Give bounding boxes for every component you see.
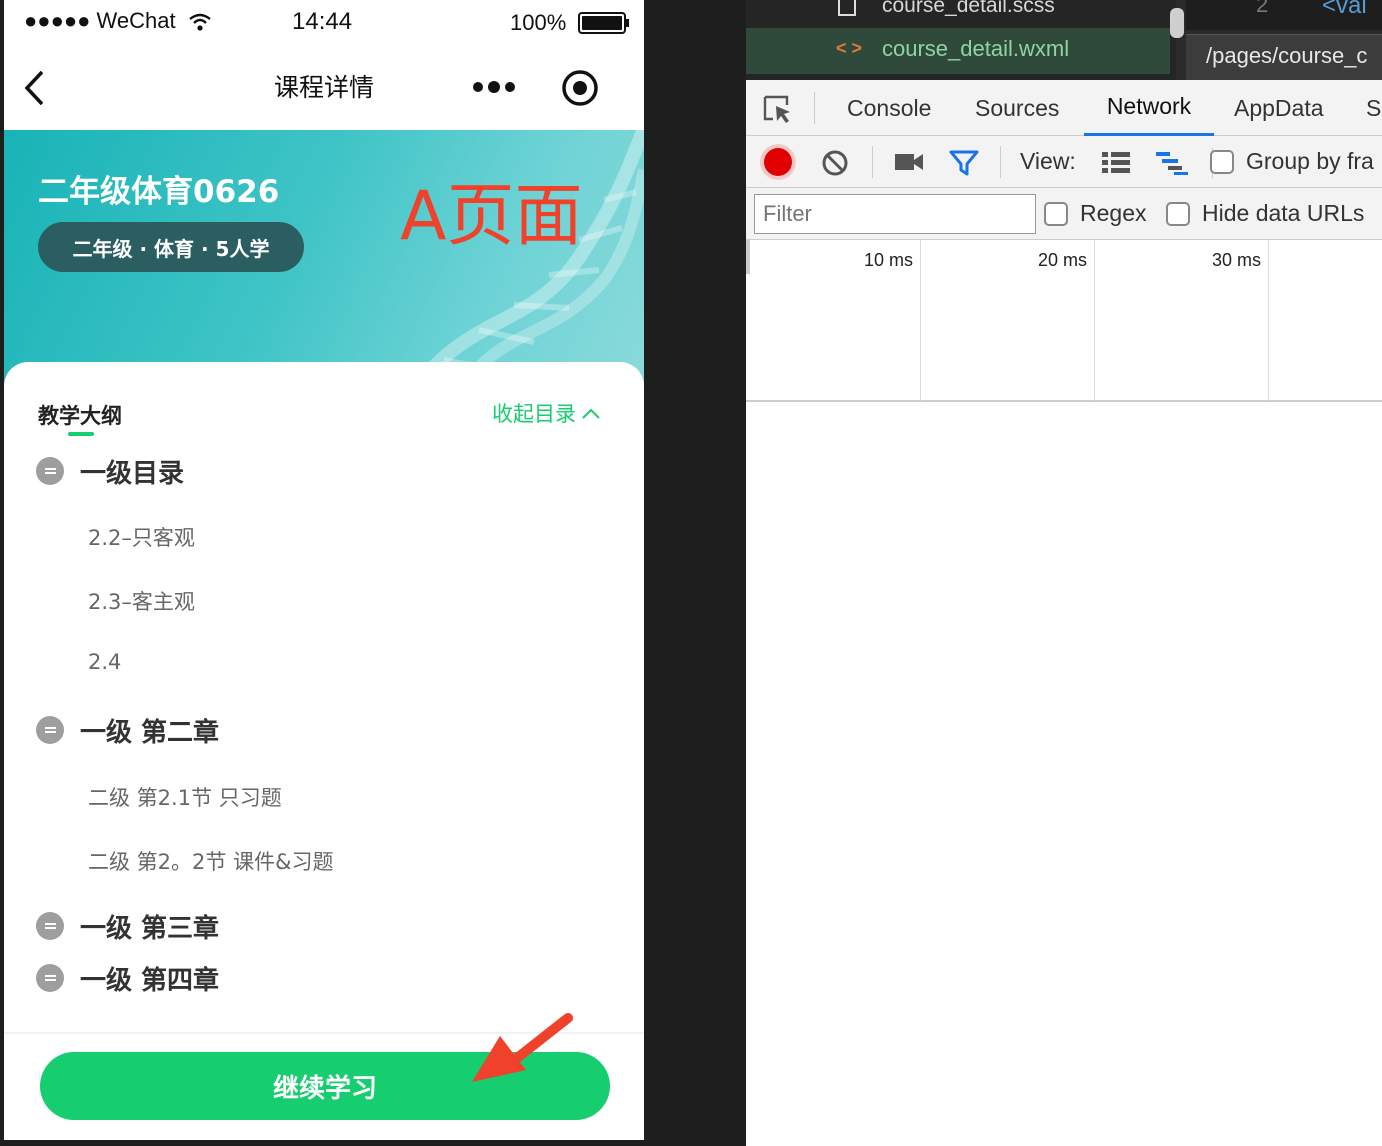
lesson-item[interactable]: 二级 第2。2节 课件&习题 bbox=[88, 846, 333, 876]
chapter-2[interactable]: 一级 第二章 bbox=[36, 710, 219, 750]
filter-funnel-icon[interactable] bbox=[948, 148, 980, 178]
tab-appdata[interactable]: AppData bbox=[1234, 80, 1324, 136]
phone-simulator: ●●●●● WeChat 14:44 100% 课程详情 二年级体育0626 二… bbox=[4, 0, 644, 1140]
outline-panel: 教学大纲 收起目录 一级目录 2.2–只客观 2.3–客主观 2.4 一级 第二… bbox=[4, 362, 644, 1042]
clear-icon[interactable] bbox=[820, 148, 850, 178]
annotation-arrow-icon bbox=[472, 1013, 573, 1082]
timeline-tick: 20 ms bbox=[1038, 250, 1088, 270]
page-title: 课程详情 bbox=[273, 73, 374, 102]
scrollbar-thumb[interactable] bbox=[1170, 8, 1184, 38]
hide-data-urls-label: Hide data URLs bbox=[1202, 200, 1365, 226]
lesson-item[interactable]: 2.3–客主观 bbox=[88, 586, 195, 616]
outline-heading: 教学大纲 bbox=[38, 404, 122, 428]
page-annotation-label: A页面 bbox=[400, 177, 583, 256]
tab-sources[interactable]: Sources bbox=[975, 80, 1059, 136]
course-banner: 二年级体育0626 二年级 · 体育 · 5人学 A页面 bbox=[4, 130, 644, 390]
course-meta-tag: 二年级 · 体育 · 5人学 bbox=[38, 222, 304, 272]
group-by-frame-checkbox[interactable] bbox=[1210, 150, 1234, 174]
wxml-file-icon: < > bbox=[836, 38, 863, 58]
file-tree: course_detail.scss < > course_detail.wxm… bbox=[746, 0, 1184, 80]
tab-console[interactable]: Console bbox=[847, 80, 931, 136]
editor-strip: course_detail.scss < > course_detail.wxm… bbox=[746, 0, 1382, 80]
view-label: View: bbox=[1020, 148, 1076, 174]
close-miniprogram-icon[interactable] bbox=[560, 68, 600, 108]
regex-label: Regex bbox=[1080, 200, 1147, 226]
code-editor: 2 <vai bbox=[1186, 0, 1382, 30]
group-by-frame-label: Group by fra bbox=[1246, 148, 1374, 174]
file-icon bbox=[838, 0, 856, 16]
tab-overflow[interactable]: S bbox=[1366, 80, 1381, 136]
carrier-signal: ●●●●● WeChat bbox=[24, 8, 176, 33]
battery-percent: 100% bbox=[510, 10, 567, 35]
timeline-tick: 30 ms bbox=[1212, 250, 1262, 270]
chapter-1[interactable]: 一级目录 bbox=[36, 451, 184, 491]
waterfall-overview-icon[interactable] bbox=[1154, 150, 1190, 176]
heading-underline bbox=[68, 432, 94, 436]
collapse-icon bbox=[36, 964, 64, 992]
file-tree-item[interactable]: course_detail.scss bbox=[882, 0, 1055, 18]
file-tree-item-selected[interactable]: < > course_detail.wxml bbox=[746, 28, 1170, 74]
line-number: 2 bbox=[1256, 0, 1269, 17]
timeline-tick: 10 ms bbox=[864, 250, 914, 270]
collapse-icon bbox=[36, 912, 64, 940]
regex-checkbox[interactable] bbox=[1044, 202, 1068, 226]
chapter-title: 一级 第三章 bbox=[80, 913, 220, 944]
more-menu-icon[interactable] bbox=[472, 80, 516, 94]
lesson-item[interactable]: 2.2–只客观 bbox=[88, 522, 195, 552]
workspace-gap bbox=[644, 0, 746, 1146]
wifi-icon bbox=[189, 13, 211, 31]
file-tree-label: course_detail.wxml bbox=[882, 36, 1070, 61]
devtools-panel: course_detail.scss < > course_detail.wxm… bbox=[746, 0, 1382, 1146]
chapter-4[interactable]: 一级 第四章 bbox=[36, 958, 219, 998]
timeline-handle[interactable] bbox=[746, 240, 750, 274]
chapter-3[interactable]: 一级 第三章 bbox=[36, 906, 219, 946]
collapse-icon bbox=[36, 716, 64, 744]
record-icon[interactable] bbox=[764, 148, 792, 176]
chapter-title: 一级目录 bbox=[80, 458, 185, 489]
tab-network[interactable]: Network bbox=[1084, 80, 1214, 136]
breadcrumb-path: /pages/course_c bbox=[1206, 43, 1368, 68]
lesson-item[interactable]: 2.4 bbox=[88, 650, 121, 674]
inspect-element-icon[interactable] bbox=[762, 94, 794, 126]
request-list-empty bbox=[746, 402, 1382, 1146]
course-title: 二年级体育0626 bbox=[38, 174, 280, 210]
collapse-icon bbox=[36, 457, 64, 485]
chapter-title: 一级 第二章 bbox=[80, 717, 220, 748]
course-meta-text: 二年级 · 体育 · 5人学 bbox=[72, 236, 270, 261]
chapter-title: 一级 第四章 bbox=[80, 965, 220, 996]
screenshot-camera-icon[interactable] bbox=[894, 150, 924, 174]
clock: 14:44 bbox=[292, 8, 353, 35]
breadcrumb: /pages/course_c bbox=[1186, 34, 1382, 80]
filter-input[interactable] bbox=[754, 194, 1036, 234]
status-bar: ●●●●● WeChat 14:44 100% bbox=[4, 0, 644, 44]
lesson-item[interactable]: 二级 第2.1节 只习题 bbox=[88, 782, 282, 812]
chevron-up-icon bbox=[582, 408, 600, 419]
collapse-outline-button[interactable]: 收起目录 bbox=[492, 398, 602, 428]
code-fragment: <vai bbox=[1322, 0, 1367, 19]
nav-bar: 课程详情 bbox=[4, 44, 644, 130]
hide-data-urls-checkbox[interactable] bbox=[1166, 202, 1190, 226]
collapse-outline-label: 收起目录 bbox=[492, 402, 576, 426]
battery-icon bbox=[578, 12, 626, 34]
large-rows-icon[interactable] bbox=[1100, 150, 1132, 176]
